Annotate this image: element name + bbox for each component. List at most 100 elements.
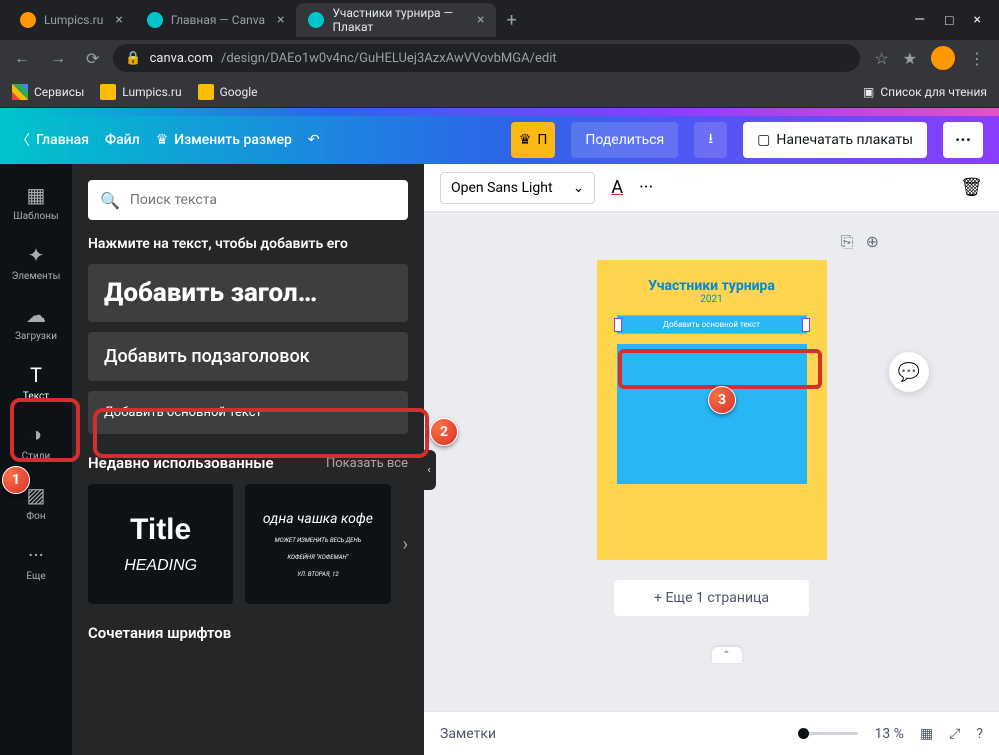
canvas-footer: Заметки 13 % ▦ ⤢ ? <box>424 711 999 755</box>
selected-textbox[interactable]: Добавить основной текст <box>617 315 807 334</box>
poster-shape[interactable] <box>617 344 807 484</box>
collapse-panel-handle[interactable]: ‹ <box>422 450 436 490</box>
chevron-down-icon: ⌄ <box>573 180 585 196</box>
chevron-left-icon: 〈 <box>16 130 30 150</box>
search-icon: 🔍 <box>100 191 120 210</box>
delete-icon[interactable]: 🗑 <box>960 177 983 198</box>
elements-icon: ✦ <box>28 243 45 267</box>
page-actions: ⎘ ⊕ <box>841 232 879 252</box>
palette-icon: ◑ <box>30 422 42 447</box>
poster-title[interactable]: Участники турнира <box>617 278 807 294</box>
canva-gradient <box>0 108 999 116</box>
add-page-button[interactable]: + Еще 1 страница <box>614 580 809 616</box>
menu-icon[interactable]: ⋮ <box>969 49 985 68</box>
reading-list-button[interactable]: ▣Список для чтения <box>863 85 987 99</box>
undo-button[interactable]: ↶ <box>308 132 320 148</box>
combos-title: Сочетания шрифтов <box>88 624 231 642</box>
file-menu[interactable]: Файл <box>105 132 140 148</box>
bookmark-star-icon[interactable]: ☆ <box>874 49 888 68</box>
text-panel: 🔍 Нажмите на текст, чтобы добавить его Д… <box>72 164 424 755</box>
folder-icon <box>198 84 214 100</box>
comment-button[interactable]: 💬 <box>889 352 929 392</box>
resize-button[interactable]: ♛Изменить размер <box>156 132 292 148</box>
more-options-icon[interactable]: ··· <box>639 177 653 198</box>
add-page-icon[interactable]: ⊕ <box>866 232 879 252</box>
recent-item[interactable]: одна чашка кофе МОЖЕТ ИЗМЕНИТЬ ВЕСЬ ДЕНЬ… <box>245 484 390 604</box>
tool-elements[interactable]: ✦Элементы <box>0 232 72 292</box>
folder-icon <box>100 84 116 100</box>
reading-list-icon: ▣ <box>863 85 874 99</box>
close-icon[interactable]: × <box>277 12 284 28</box>
tab-label: Главная — Canva <box>171 13 265 27</box>
tool-styles[interactable]: ◑Стили <box>0 412 72 472</box>
more-icon: ··· <box>28 543 44 567</box>
help-icon[interactable]: ? <box>976 726 983 742</box>
zoom-slider[interactable] <box>798 732 858 735</box>
bookmarks-bar: Сервисы Lumpics.ru Google ▣Список для чт… <box>0 76 999 108</box>
bookmark-google[interactable]: Google <box>198 84 258 100</box>
download-icon: ⭳ <box>708 128 713 152</box>
maximize-icon[interactable]: □ <box>945 12 953 29</box>
minimize-icon[interactable]: — <box>914 12 925 29</box>
address-bar: ← → ⟳ 🔒 canva.com/design/DAEo1w0v4nc/GuH… <box>0 40 999 76</box>
new-tab-button[interactable]: + <box>496 10 526 31</box>
crown-icon: ♛ <box>156 132 169 148</box>
grid-view-icon[interactable]: ▦ <box>920 726 933 742</box>
print-icon: ▢ <box>757 132 770 148</box>
tab-canva-home[interactable]: Главная — Canva × <box>135 3 297 37</box>
recent-item[interactable]: Title HEADING <box>88 484 233 604</box>
tab-label: Lumpics.ru <box>44 13 103 27</box>
back-button[interactable]: ← <box>8 48 36 68</box>
download-button[interactable]: ⭳ <box>694 122 727 158</box>
search-input[interactable] <box>130 192 396 208</box>
tab-label: Участники турнира — Плакат <box>332 6 465 34</box>
tool-rail: ▦Шаблоны ✦Элементы ☁Загрузки TТекст ◑Сти… <box>0 164 72 755</box>
canvas-scroll[interactable]: ⎘ ⊕ Участники турнира 2021 Добавить осно… <box>424 212 999 711</box>
forward-button[interactable]: → <box>44 48 72 68</box>
text-color-icon[interactable]: A <box>611 177 623 198</box>
profile-avatar[interactable] <box>931 46 955 70</box>
extension-icon[interactable]: ★ <box>903 49 917 68</box>
tool-uploads[interactable]: ☁Загрузки <box>0 292 72 352</box>
url-field[interactable]: 🔒 canva.com/design/DAEo1w0v4nc/GuHELUej3… <box>113 44 860 72</box>
close-window-icon[interactable]: × <box>974 12 981 29</box>
lock-icon: 🔒 <box>125 51 141 66</box>
tool-more[interactable]: ···Еще <box>0 532 72 592</box>
share-button[interactable]: Поделиться <box>571 122 678 158</box>
tab-canva-design[interactable]: Участники турнира — Плакат × <box>296 3 496 37</box>
favicon-icon <box>147 12 163 28</box>
undo-icon: ↶ <box>308 132 320 148</box>
search-box[interactable]: 🔍 <box>88 180 408 220</box>
favicon-icon <box>20 12 36 28</box>
more-button[interactable]: ··· <box>943 122 983 158</box>
crown-icon: ♛ <box>519 132 532 148</box>
canvas-area: Open Sans Light⌄ A ··· 🗑 ⎘ ⊕ Участники т… <box>424 164 999 755</box>
poster-year[interactable]: 2021 <box>617 294 807 305</box>
tool-templates[interactable]: ▦Шаблоны <box>0 172 72 232</box>
add-body-button[interactable]: Добавить основной текст <box>88 391 408 434</box>
templates-icon: ▦ <box>27 183 46 207</box>
print-button[interactable]: ▢Напечатать плакаты <box>743 122 927 158</box>
fullscreen-icon[interactable]: ⤢ <box>949 726 960 742</box>
font-selector[interactable]: Open Sans Light⌄ <box>440 172 595 204</box>
home-button[interactable]: 〈Главная <box>16 130 89 150</box>
main-area: ▦Шаблоны ✦Элементы ☁Загрузки TТекст ◑Сти… <box>0 164 999 755</box>
show-all-link[interactable]: Показать все <box>326 456 408 471</box>
expand-pages-icon[interactable]: ⌃ <box>712 647 742 663</box>
chevron-right-icon[interactable]: › <box>403 534 408 555</box>
apps-button[interactable]: Сервисы <box>12 84 84 100</box>
tool-text[interactable]: TТекст <box>0 352 72 412</box>
callout-number: 2 <box>430 418 458 446</box>
notes-button[interactable]: Заметки <box>440 726 496 742</box>
url-path: /design/DAEo1w0v4nc/GuHELUej3AzxAwVVovbM… <box>221 51 557 66</box>
url-domain: canva.com <box>150 51 213 66</box>
duplicate-page-icon[interactable]: ⎘ <box>841 232 854 252</box>
add-subheading-button[interactable]: Добавить подзаголовок <box>88 332 408 381</box>
reload-button[interactable]: ⟳ <box>80 49 105 68</box>
close-icon[interactable]: × <box>115 12 122 28</box>
close-icon[interactable]: × <box>477 12 484 28</box>
bookmark-lumpics[interactable]: Lumpics.ru <box>100 84 181 100</box>
tab-lumpics[interactable]: Lumpics.ru × <box>8 3 135 37</box>
add-heading-button[interactable]: Добавить загол… <box>88 264 408 322</box>
pro-badge[interactable]: ♛П <box>511 122 556 158</box>
